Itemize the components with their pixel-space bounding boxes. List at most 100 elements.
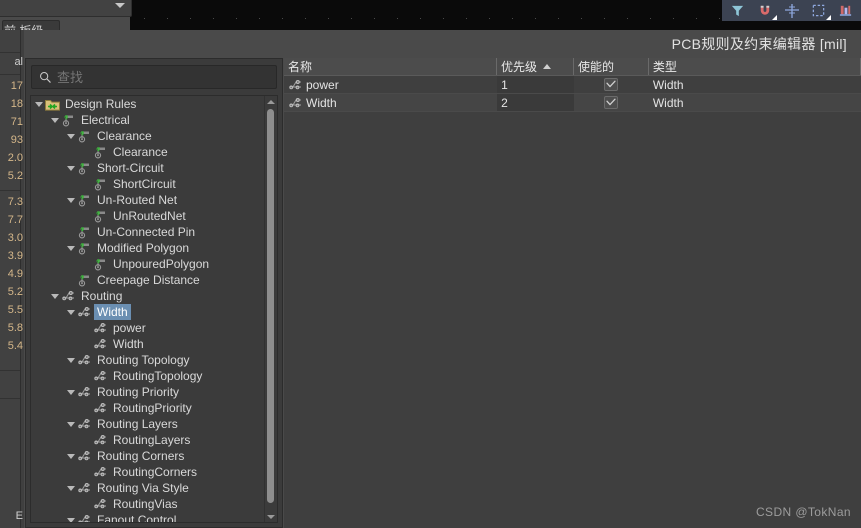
routing-rule-icon	[92, 433, 108, 447]
tree-item[interactable]: RoutingTopology	[31, 368, 265, 384]
cell-value: 2	[501, 95, 508, 110]
tree-item[interactable]: Routing Priority	[31, 384, 265, 400]
tree-item[interactable]: RoutingPriority	[31, 400, 265, 416]
tree-item[interactable]: Electrical	[31, 112, 265, 128]
tree-item[interactable]: Width	[31, 304, 265, 320]
left-strip-value: 3.9	[7, 250, 23, 262]
expand-collapse-icon[interactable]	[65, 304, 76, 320]
tree-item[interactable]: Routing Layers	[31, 416, 265, 432]
electrical-rule-icon	[76, 273, 92, 287]
cell-name: power	[284, 76, 497, 93]
magnet-icon[interactable]	[751, 1, 778, 21]
electrical-rule-icon	[76, 129, 92, 143]
expand-collapse-icon[interactable]	[49, 112, 60, 128]
caret-down-icon	[66, 165, 75, 171]
expand-collapse-icon[interactable]	[65, 416, 76, 432]
tree-item[interactable]: Routing	[31, 288, 265, 304]
left-strip-value: 2.0	[7, 152, 23, 164]
tree-item[interactable]: RoutingVias	[31, 496, 265, 512]
cell-enabled[interactable]	[574, 94, 649, 111]
tree-item-label: RoutingLayers	[113, 433, 191, 447]
tree-item-label: Creepage Distance	[97, 273, 200, 287]
expand-collapse-icon[interactable]	[65, 480, 76, 496]
tree-scrollbar[interactable]	[264, 96, 277, 522]
table-row[interactable]: Width 2 Width	[284, 94, 861, 112]
table-body: power 1 Width Width 2 Width	[284, 76, 861, 112]
tree-item[interactable]: RoutingLayers	[31, 432, 265, 448]
caret-down-icon	[66, 421, 75, 427]
column-header-enabled[interactable]: 使能的	[574, 58, 649, 75]
expand-collapse-icon[interactable]	[49, 288, 60, 304]
folder-rules-icon	[44, 97, 60, 111]
tree-item[interactable]: Clearance	[31, 144, 265, 160]
selection-box-icon[interactable]	[805, 1, 832, 21]
expand-collapse-icon[interactable]	[65, 384, 76, 400]
tree-item[interactable]: RoutingCorners	[31, 464, 265, 480]
tree-item[interactable]: UnRoutedNet	[31, 208, 265, 224]
tree-item-label: Width	[94, 304, 131, 320]
application-window: 前 板级	[0, 0, 861, 528]
expand-collapse-icon[interactable]	[65, 352, 76, 368]
left-strip-value: 5.2	[7, 286, 23, 298]
tree-item-label: Short-Circuit	[97, 161, 164, 175]
tree-item-label: Un-Routed Net	[97, 193, 178, 207]
search-input[interactable]	[57, 69, 276, 85]
expand-collapse-icon[interactable]	[65, 240, 76, 256]
expand-collapse-icon[interactable]	[65, 448, 76, 464]
tree-item[interactable]: Creepage Distance	[31, 272, 265, 288]
expand-collapse-icon[interactable]	[33, 96, 44, 112]
tree-item-label: Electrical	[81, 113, 130, 127]
column-header-type[interactable]: 类型	[649, 58, 861, 75]
divider	[0, 52, 20, 53]
tree-item[interactable]: Un-Connected Pin	[31, 224, 265, 240]
table-row[interactable]: power 1 Width	[284, 76, 861, 94]
routing-rule-icon	[60, 289, 76, 303]
search-box[interactable]	[31, 65, 277, 89]
bar-chart-icon[interactable]	[832, 1, 859, 21]
electrical-rule-icon	[76, 193, 92, 207]
scroll-down-button[interactable]	[265, 511, 276, 522]
scroll-up-button[interactable]	[265, 96, 276, 107]
tree-item[interactable]: Modified Polygon	[31, 240, 265, 256]
tree-item[interactable]: ShortCircuit	[31, 176, 265, 192]
tree-item[interactable]: Un-Routed Net	[31, 192, 265, 208]
tree-item[interactable]: Routing Corners	[31, 448, 265, 464]
tree-item[interactable]: Fanout Control	[31, 512, 265, 522]
routing-rule-icon	[76, 385, 92, 399]
divider	[0, 370, 20, 371]
column-header-name[interactable]: 名称	[284, 58, 498, 75]
enabled-checkbox[interactable]	[604, 78, 619, 91]
rules-tree[interactable]: Design Rules Electrical Clearance Clearance…	[30, 95, 278, 523]
expand-collapse-icon[interactable]	[65, 512, 76, 522]
tree-item[interactable]: Clearance	[31, 128, 265, 144]
enabled-checkbox[interactable]	[604, 96, 619, 109]
table-header-row: 名称 优先级 使能的 类型	[284, 58, 861, 76]
tree-item[interactable]: UnpouredPolygon	[31, 256, 265, 272]
electrical-rule-icon	[92, 257, 108, 271]
tree-item-label: Un-Connected Pin	[97, 225, 196, 239]
tree-item[interactable]: Routing Via Style	[31, 480, 265, 496]
watermark: CSDN @TokNan	[755, 505, 851, 519]
left-strip-value: 5.5	[7, 304, 23, 316]
left-strip-value: 18	[10, 98, 23, 110]
tree-item[interactable]: Design Rules	[31, 96, 265, 112]
scrollbar-thumb[interactable]	[267, 109, 274, 503]
expand-collapse-icon[interactable]	[65, 160, 76, 176]
crosshair-icon[interactable]	[778, 1, 805, 21]
filter-icon[interactable]	[724, 1, 751, 21]
column-header-prio[interactable]: 优先级	[497, 58, 574, 75]
tree-item[interactable]: Width	[31, 336, 265, 352]
tree-item[interactable]: power	[31, 320, 265, 336]
expand-collapse-icon[interactable]	[65, 128, 76, 144]
left-properties-strip: al 17 18 71 93 2.0 5.2 7.3 7.7 3.0 3.9 4…	[0, 30, 24, 528]
tree-item[interactable]: Routing Topology	[31, 352, 265, 368]
layer-dropdown[interactable]	[0, 0, 132, 17]
tree-item[interactable]: Short-Circuit	[31, 160, 265, 176]
cell-enabled[interactable]	[574, 76, 649, 93]
left-strip-value: 4.9	[7, 268, 23, 280]
expand-collapse-icon[interactable]	[65, 192, 76, 208]
